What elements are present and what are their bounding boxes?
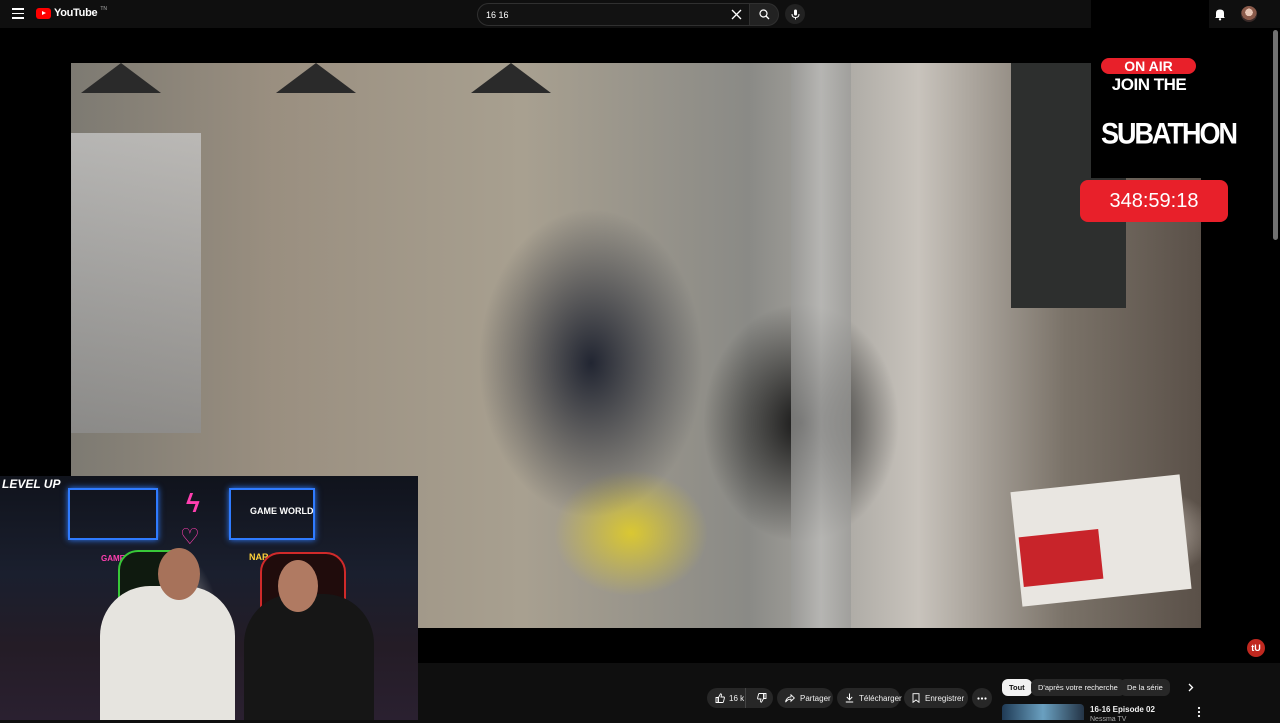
- page-scrollbar[interactable]: [1273, 30, 1278, 240]
- youtube-logo[interactable]: YouTube TN: [36, 6, 107, 19]
- pendant-lamp: [81, 63, 161, 93]
- bookmark-icon: [912, 693, 920, 703]
- thumbs-down-icon: [757, 693, 767, 703]
- streamer-right-head: [278, 560, 318, 612]
- join-text: JOIN THE: [1111, 75, 1187, 94]
- pendant-lamp: [471, 63, 551, 93]
- save-label: Enregistrer: [925, 693, 965, 703]
- more-vertical-icon[interactable]: [1194, 706, 1204, 718]
- voice-search-button[interactable]: [785, 4, 805, 24]
- download-label: Télécharger: [859, 693, 902, 703]
- streamer-right: [244, 594, 374, 720]
- chip-from-series[interactable]: De la série: [1120, 679, 1170, 696]
- search-icon: [758, 9, 769, 20]
- lightning-neon-icon: ϟ: [186, 488, 200, 518]
- notifications-bell-icon[interactable]: [1213, 7, 1227, 21]
- heart-neon-icon: ♡: [180, 524, 200, 549]
- newspaper-ad: [1018, 528, 1104, 588]
- share-button[interactable]: Partager: [777, 688, 833, 708]
- subathon-text: SUBATHON: [1101, 116, 1238, 150]
- search-box: [477, 3, 751, 26]
- channel-watermark[interactable]: tU: [1247, 639, 1265, 657]
- search-input[interactable]: [486, 4, 716, 25]
- dislike-button[interactable]: [751, 688, 773, 708]
- neon-sign-left: [68, 488, 158, 540]
- like-count: 16 k: [729, 693, 745, 703]
- level-up-sign: LEVEL UP: [2, 477, 61, 491]
- on-air-badge: ON AIR: [1101, 58, 1196, 74]
- save-button[interactable]: Enregistrer: [904, 688, 968, 708]
- more-actions-button[interactable]: [972, 688, 992, 708]
- like-button[interactable]: 16 k: [707, 688, 747, 708]
- streamer-left-head: [158, 548, 200, 600]
- more-horizontal-icon: [977, 696, 987, 700]
- account-avatar[interactable]: [1241, 6, 1257, 22]
- thumbs-up-icon: [715, 693, 725, 703]
- search-button[interactable]: [749, 3, 779, 26]
- game-world-sign: GAME WORLD: [250, 506, 314, 516]
- download-icon: [845, 693, 854, 703]
- streamer-webcam-overlay: LEVEL UP GAME WORLD ϟ ♡ GAME OVER NAR: [0, 476, 418, 720]
- close-icon[interactable]: [731, 9, 742, 20]
- logo-text: YouTube: [54, 7, 98, 19]
- logo-country-code: TN: [100, 6, 107, 12]
- recommendation-thumbnail[interactable]: [1002, 704, 1084, 720]
- pillar: [791, 63, 851, 628]
- chevron-right-icon[interactable]: [1184, 681, 1197, 694]
- like-dislike-group: 16 k: [707, 688, 773, 708]
- display-case: [71, 133, 201, 433]
- recommendation-title[interactable]: 16-16 Episode 02: [1090, 705, 1155, 714]
- chip-related-to-search[interactable]: D'après votre recherche: [1031, 679, 1125, 696]
- chip-all[interactable]: Tout: [1002, 679, 1032, 696]
- download-button[interactable]: Télécharger: [837, 688, 902, 708]
- share-label: Partager: [800, 693, 831, 703]
- microphone-icon: [791, 9, 799, 19]
- streamer-left: [100, 586, 235, 720]
- share-arrow-icon: [785, 693, 795, 702]
- youtube-play-icon: [36, 7, 51, 19]
- hamburger-menu-icon[interactable]: [12, 8, 24, 20]
- subathon-timer: 348:59:18: [1080, 180, 1228, 222]
- top-bar: YouTube TN: [0, 0, 1280, 28]
- pendant-lamp: [276, 63, 356, 93]
